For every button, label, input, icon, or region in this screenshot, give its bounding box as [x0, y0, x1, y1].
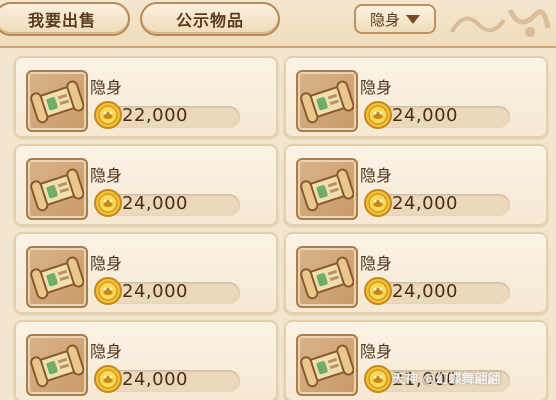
- item-name: 隐身: [360, 342, 393, 361]
- item-icon-frame: [296, 70, 358, 132]
- scroll-icon: [300, 256, 354, 300]
- scroll-icon: [30, 256, 84, 300]
- item-icon-frame: [26, 158, 88, 220]
- scroll-icon: [300, 80, 354, 124]
- scroll-icon: [300, 344, 354, 388]
- gold-coin-icon: [364, 277, 392, 305]
- item-card[interactable]: 隐身 24,000: [14, 232, 278, 314]
- item-price: 24,000: [122, 281, 188, 302]
- item-price: 24,000: [392, 193, 458, 214]
- item-name: 隐身: [360, 166, 393, 185]
- item-name: 隐身: [90, 342, 123, 361]
- item-card[interactable]: 隐身 24,000: [284, 56, 548, 138]
- gold-coin-icon: [94, 101, 122, 129]
- scroll-icon: [300, 168, 354, 212]
- gold-coin-icon: [364, 101, 392, 129]
- scroll-icon: [30, 168, 84, 212]
- item-name: 隐身: [360, 78, 393, 97]
- item-card[interactable]: 隐身 24,000: [14, 144, 278, 226]
- item-grid: 隐身 22,000 隐身 24,000 隐身 24,000 隐身 24,000 …: [14, 56, 556, 400]
- gold-coin-icon: [94, 189, 122, 217]
- item-card[interactable]: 隐身 24,000: [284, 144, 548, 226]
- triangle-down-icon: [406, 14, 420, 24]
- item-icon-frame: [296, 158, 358, 220]
- tab-sell[interactable]: 我要出售: [0, 2, 130, 36]
- filter-selected-value: 隐身: [369, 10, 400, 29]
- gold-coin-icon: [364, 189, 392, 217]
- item-price: 22,000: [122, 105, 188, 126]
- item-name: 隐身: [90, 78, 123, 97]
- item-name: 隐身: [90, 254, 123, 273]
- item-icon-frame: [26, 334, 88, 396]
- item-card[interactable]: 隐身 24,000: [14, 320, 278, 400]
- gold-coin-icon: [94, 277, 122, 305]
- item-price: 24,000: [392, 105, 458, 126]
- gold-coin-icon: [94, 365, 122, 393]
- item-price: 24,000: [122, 369, 188, 390]
- scroll-icon: [30, 344, 84, 388]
- game-logo-decoration: [450, 8, 551, 37]
- item-price: 24,000: [392, 281, 458, 302]
- item-card[interactable]: 隐身 24,000: [284, 232, 548, 314]
- watermark: 天神 @幻蝶舞翩翩: [392, 372, 501, 387]
- item-filter-dropdown[interactable]: 隐身: [354, 4, 436, 34]
- item-card[interactable]: 隐身 22,000: [14, 56, 278, 138]
- scroll-icon: [30, 80, 84, 124]
- item-card[interactable]: 隐身 21,000: [284, 320, 548, 400]
- item-name: 隐身: [360, 254, 393, 273]
- item-name: 隐身: [90, 166, 123, 185]
- top-bar: 我要出售 公示物品 隐身: [0, 0, 556, 48]
- gold-coin-icon: [364, 365, 392, 393]
- item-price: 24,000: [122, 193, 188, 214]
- tab-public-items[interactable]: 公示物品: [140, 2, 280, 36]
- item-icon-frame: [26, 70, 88, 132]
- item-icon-frame: [26, 246, 88, 308]
- item-icon-frame: [296, 246, 358, 308]
- item-icon-frame: [296, 334, 358, 396]
